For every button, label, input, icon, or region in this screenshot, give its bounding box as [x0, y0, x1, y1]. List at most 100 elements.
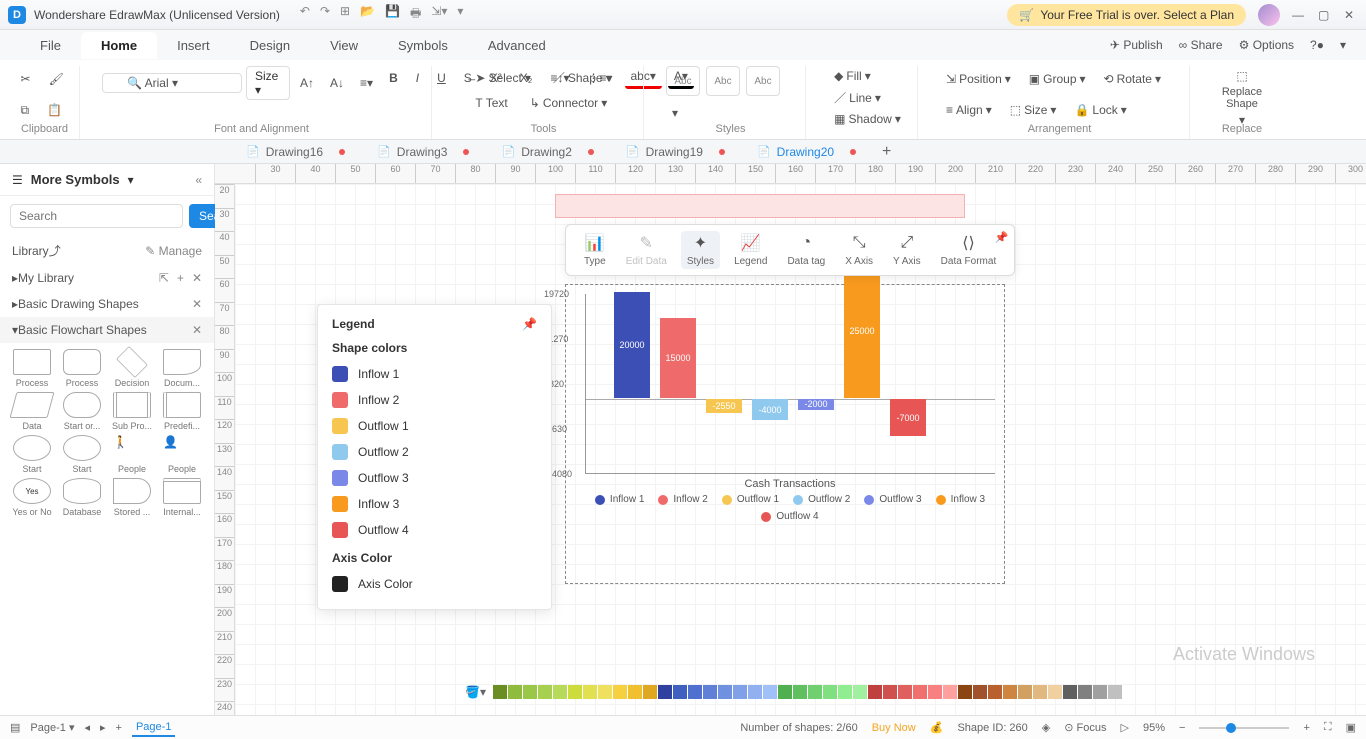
position-button[interactable]: ⇲ Position▾	[940, 69, 1017, 89]
color-swatch[interactable]	[613, 685, 627, 699]
color-swatch[interactable]	[733, 685, 747, 699]
shape-item[interactable]: Start	[8, 435, 56, 474]
axis-color-swatch[interactable]	[332, 576, 348, 592]
fit-page-icon[interactable]: ⛶	[1324, 721, 1332, 734]
color-swatch[interactable]	[643, 685, 657, 699]
section-close-icon[interactable]: ✕	[192, 297, 202, 311]
print-icon[interactable]: 🖶	[410, 4, 421, 25]
color-swatch[interactable]	[538, 685, 552, 699]
shape-item[interactable]: Docum...	[158, 349, 206, 388]
format-painter-icon[interactable]: 🖌	[43, 69, 70, 89]
lock-button[interactable]: 🔒 Lock▾	[1068, 100, 1132, 120]
color-swatch[interactable]	[883, 685, 897, 699]
styles-more-icon[interactable]: ▾	[666, 103, 684, 123]
color-swatch[interactable]	[838, 685, 852, 699]
color-swatch[interactable]	[943, 685, 957, 699]
chart-bar[interactable]: 20000	[614, 292, 650, 399]
fullscreen-icon[interactable]: ▣	[1346, 721, 1356, 734]
color-swatch[interactable]	[973, 685, 987, 699]
decrease-font-icon[interactable]: A↓	[324, 73, 350, 93]
shape-tool[interactable]: ／ Shape▾	[547, 66, 618, 89]
color-swatch[interactable]	[673, 685, 687, 699]
redo-icon[interactable]: ↷	[320, 4, 330, 25]
color-swatch[interactable]	[913, 685, 927, 699]
legend-pin-icon[interactable]: 📌	[522, 317, 537, 331]
shape-item[interactable]: Internal...	[158, 478, 206, 517]
layers-icon[interactable]: ◈	[1042, 721, 1050, 734]
color-swatch[interactable]	[1003, 685, 1017, 699]
legend-color-row[interactable]: Inflow 3	[332, 491, 537, 517]
share-menu[interactable]: ∞ Share	[1179, 38, 1223, 52]
color-swatch[interactable]	[748, 685, 762, 699]
color-swatch[interactable]	[703, 685, 717, 699]
page-dropdown[interactable]: Page-1 ▾	[30, 721, 74, 734]
color-swatch[interactable]	[928, 685, 942, 699]
font-size-select[interactable]: Size ▾	[246, 66, 290, 100]
color-swatch[interactable]	[898, 685, 912, 699]
manage-button[interactable]: ✎ Manage	[145, 244, 202, 258]
chart-bar[interactable]: -4000	[752, 399, 788, 420]
legend-panel[interactable]: Legend📌 Shape colors Inflow 1Inflow 2Out…	[317, 304, 552, 610]
color-swatch[interactable]	[808, 685, 822, 699]
save-icon[interactable]: 💾	[385, 4, 400, 25]
add-page-icon[interactable]: +	[116, 722, 122, 734]
color-swatch[interactable]	[793, 685, 807, 699]
color-swatch[interactable]	[763, 685, 777, 699]
page-list-icon[interactable]: ▤	[10, 721, 20, 734]
publish-menu[interactable]: ✈ Publish	[1110, 38, 1163, 52]
menu-tab-design[interactable]: Design	[230, 32, 310, 59]
color-swatch[interactable]	[823, 685, 837, 699]
font-select[interactable]: 🔍 Arial ▾	[102, 73, 242, 93]
legend-color-row[interactable]: Inflow 1	[332, 361, 537, 387]
new-icon[interactable]: ⊞	[340, 4, 350, 25]
color-swatch[interactable]	[493, 685, 507, 699]
prev-page-icon[interactable]: ◂	[84, 721, 90, 734]
align-dropdown-icon[interactable]: ≡▾	[354, 73, 379, 93]
color-swatch[interactable]	[853, 685, 867, 699]
minimize-icon[interactable]: —	[1292, 8, 1306, 22]
rotate-button[interactable]: ⟲ Rotate▾	[1098, 69, 1167, 89]
maximize-icon[interactable]: ▢	[1318, 8, 1332, 22]
style-preview-3[interactable]: Abc	[746, 66, 780, 96]
presentation-icon[interactable]: ▷	[1121, 721, 1129, 734]
legend-color-row[interactable]: Outflow 3	[332, 465, 537, 491]
legend-color-row[interactable]: Outflow 4	[332, 517, 537, 543]
shape-rectangle[interactable]	[555, 194, 965, 218]
color-swatch[interactable]	[718, 685, 732, 699]
line-button[interactable]: ／ Line▾	[828, 86, 887, 109]
color-swatch[interactable]	[988, 685, 1002, 699]
size-button[interactable]: ⬚ Size▾	[1004, 100, 1063, 120]
color-swatch[interactable]	[868, 685, 882, 699]
color-swatch[interactable]	[1093, 685, 1107, 699]
style-preview-2[interactable]: Abc	[706, 66, 740, 96]
style-preview-1[interactable]: Abc	[666, 66, 700, 96]
avatar[interactable]	[1258, 4, 1280, 26]
text-tool[interactable]: T Text	[469, 93, 513, 113]
chart-toolbar-legend[interactable]: 📈Legend	[728, 231, 773, 269]
cut-icon[interactable]: ✂	[15, 69, 37, 89]
shape-item[interactable]: Database	[58, 478, 106, 517]
undo-icon[interactable]: ↶	[300, 4, 310, 25]
zoom-out-icon[interactable]: −	[1179, 722, 1185, 734]
doc-tab[interactable]: 📄Drawing20	[741, 145, 872, 159]
my-library[interactable]: My Library	[18, 271, 74, 285]
chart-bar[interactable]: -2000	[798, 399, 834, 410]
shape-item[interactable]: Process	[58, 349, 106, 388]
chart-bar[interactable]: -7000	[890, 399, 926, 436]
color-swatch[interactable]	[1033, 685, 1047, 699]
legend-color-row[interactable]: Outflow 2	[332, 439, 537, 465]
shape-item[interactable]: Sub Pro...	[108, 392, 156, 431]
sidebar-title-dropdown-icon[interactable]: ▾	[128, 173, 134, 187]
chart-bar[interactable]: -2550	[706, 399, 742, 413]
legend-color-row[interactable]: Outflow 1	[332, 413, 537, 439]
zoom-level[interactable]: 95%	[1143, 722, 1165, 734]
paste-icon[interactable]: 📋	[41, 100, 68, 120]
menu-tab-home[interactable]: Home	[81, 32, 157, 59]
shape-item[interactable]: 🚶People	[108, 435, 156, 474]
shape-item[interactable]: Data	[8, 392, 56, 431]
color-swatch[interactable]	[553, 685, 567, 699]
add-tab-button[interactable]: +	[872, 143, 901, 161]
color-swatch[interactable]	[583, 685, 597, 699]
chart-bar[interactable]: 25000	[844, 265, 880, 398]
group-button[interactable]: ▣ Group▾	[1023, 69, 1092, 89]
